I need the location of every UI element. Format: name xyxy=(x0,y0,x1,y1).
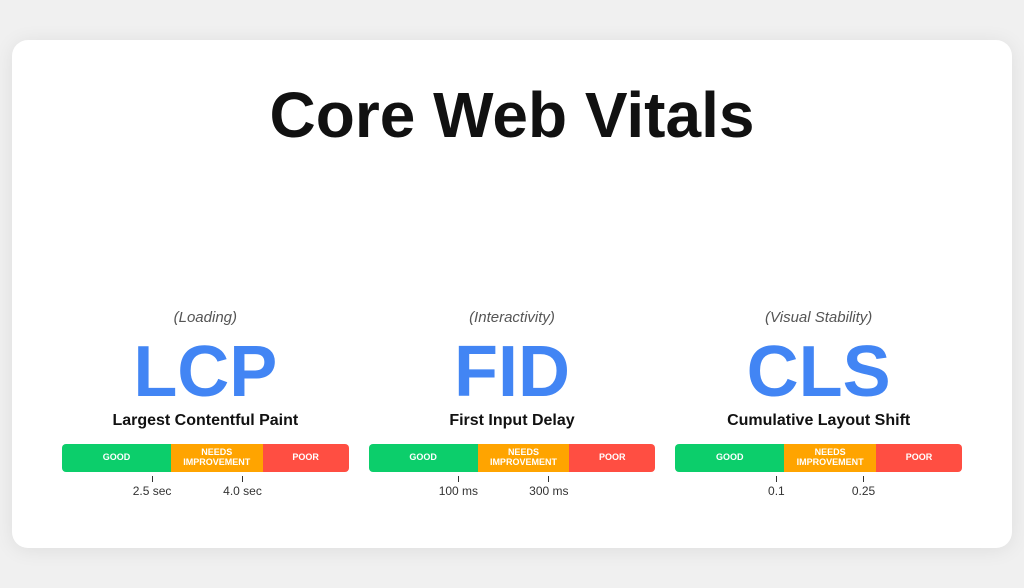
cls-needs-label: NEEDSIMPROVEMENT xyxy=(795,446,866,470)
lcp-name: Largest Contentful Paint xyxy=(112,412,298,430)
fid-name: First Input Delay xyxy=(449,412,574,430)
lcp-bar-container: GOOD NEEDSIMPROVEMENT POOR 2.5 sec xyxy=(62,444,349,498)
lcp-bar-needs: NEEDSIMPROVEMENT xyxy=(171,444,263,472)
metric-cls: Banner ✕ 👆 (Visual Stability) CLS Cumula… xyxy=(675,181,962,498)
fid-bar: GOOD NEEDSIMPROVEMENT POOR xyxy=(369,444,656,472)
fid-bar-poor: POOR xyxy=(569,444,655,472)
lcp-subtitle: (Loading) xyxy=(174,309,237,326)
metrics-grid: (Loading) LCP Largest Contentful Paint G… xyxy=(62,181,962,498)
cls-bar: GOOD NEEDSIMPROVEMENT POOR xyxy=(675,444,962,472)
fid-bar-container: GOOD NEEDSIMPROVEMENT POOR 100 ms xyxy=(369,444,656,498)
metric-fid: (Interactivity) FID First Input Delay GO… xyxy=(369,181,656,498)
fid-abbr: FID xyxy=(454,336,570,408)
cls-bar-needs: NEEDSIMPROVEMENT xyxy=(784,444,876,472)
page-title: Core Web Vitals xyxy=(62,80,962,150)
fid-marker-1: 100 ms xyxy=(439,484,478,498)
fid-bar-needs: NEEDSIMPROVEMENT xyxy=(478,444,570,472)
lcp-poor-label: POOR xyxy=(290,451,321,465)
lcp-markers: 2.5 sec 4.0 sec xyxy=(62,476,349,498)
cls-bar-good: GOOD xyxy=(675,444,784,472)
fid-markers: 100 ms 300 ms xyxy=(369,476,656,498)
cls-bar-poor: POOR xyxy=(876,444,962,472)
lcp-needs-label: NEEDSIMPROVEMENT xyxy=(181,446,252,470)
fid-good-label: GOOD xyxy=(407,451,439,465)
lcp-marker-2: 4.0 sec xyxy=(223,484,262,498)
cls-subtitle: (Visual Stability) xyxy=(765,309,872,326)
lcp-bar: GOOD NEEDSIMPROVEMENT POOR xyxy=(62,444,349,472)
lcp-bar-poor: POOR xyxy=(263,444,349,472)
cls-bar-container: GOOD NEEDSIMPROVEMENT POOR 0.1 xyxy=(675,444,962,498)
cls-marker-1: 0.1 xyxy=(768,484,785,498)
fid-subtitle: (Interactivity) xyxy=(469,309,555,326)
fid-marker-2: 300 ms xyxy=(529,484,568,498)
fid-poor-label: POOR xyxy=(597,451,628,465)
cls-marker-2: 0.25 xyxy=(852,484,875,498)
cls-name: Cumulative Layout Shift xyxy=(727,412,910,430)
main-card: Core Web Vitals ( xyxy=(12,40,1012,547)
cls-good-label: GOOD xyxy=(714,451,746,465)
cls-markers: 0.1 0.25 xyxy=(675,476,962,498)
lcp-abbr: LCP xyxy=(133,336,277,408)
fid-bar-good: GOOD xyxy=(369,444,478,472)
fid-needs-label: NEEDSIMPROVEMENT xyxy=(488,446,559,470)
cls-abbr: CLS xyxy=(747,336,891,408)
lcp-good-label: GOOD xyxy=(101,451,133,465)
cls-poor-label: POOR xyxy=(904,451,935,465)
lcp-bar-good: GOOD xyxy=(62,444,171,472)
lcp-marker-1: 2.5 sec xyxy=(133,484,172,498)
metric-lcp: (Loading) LCP Largest Contentful Paint G… xyxy=(62,181,349,498)
